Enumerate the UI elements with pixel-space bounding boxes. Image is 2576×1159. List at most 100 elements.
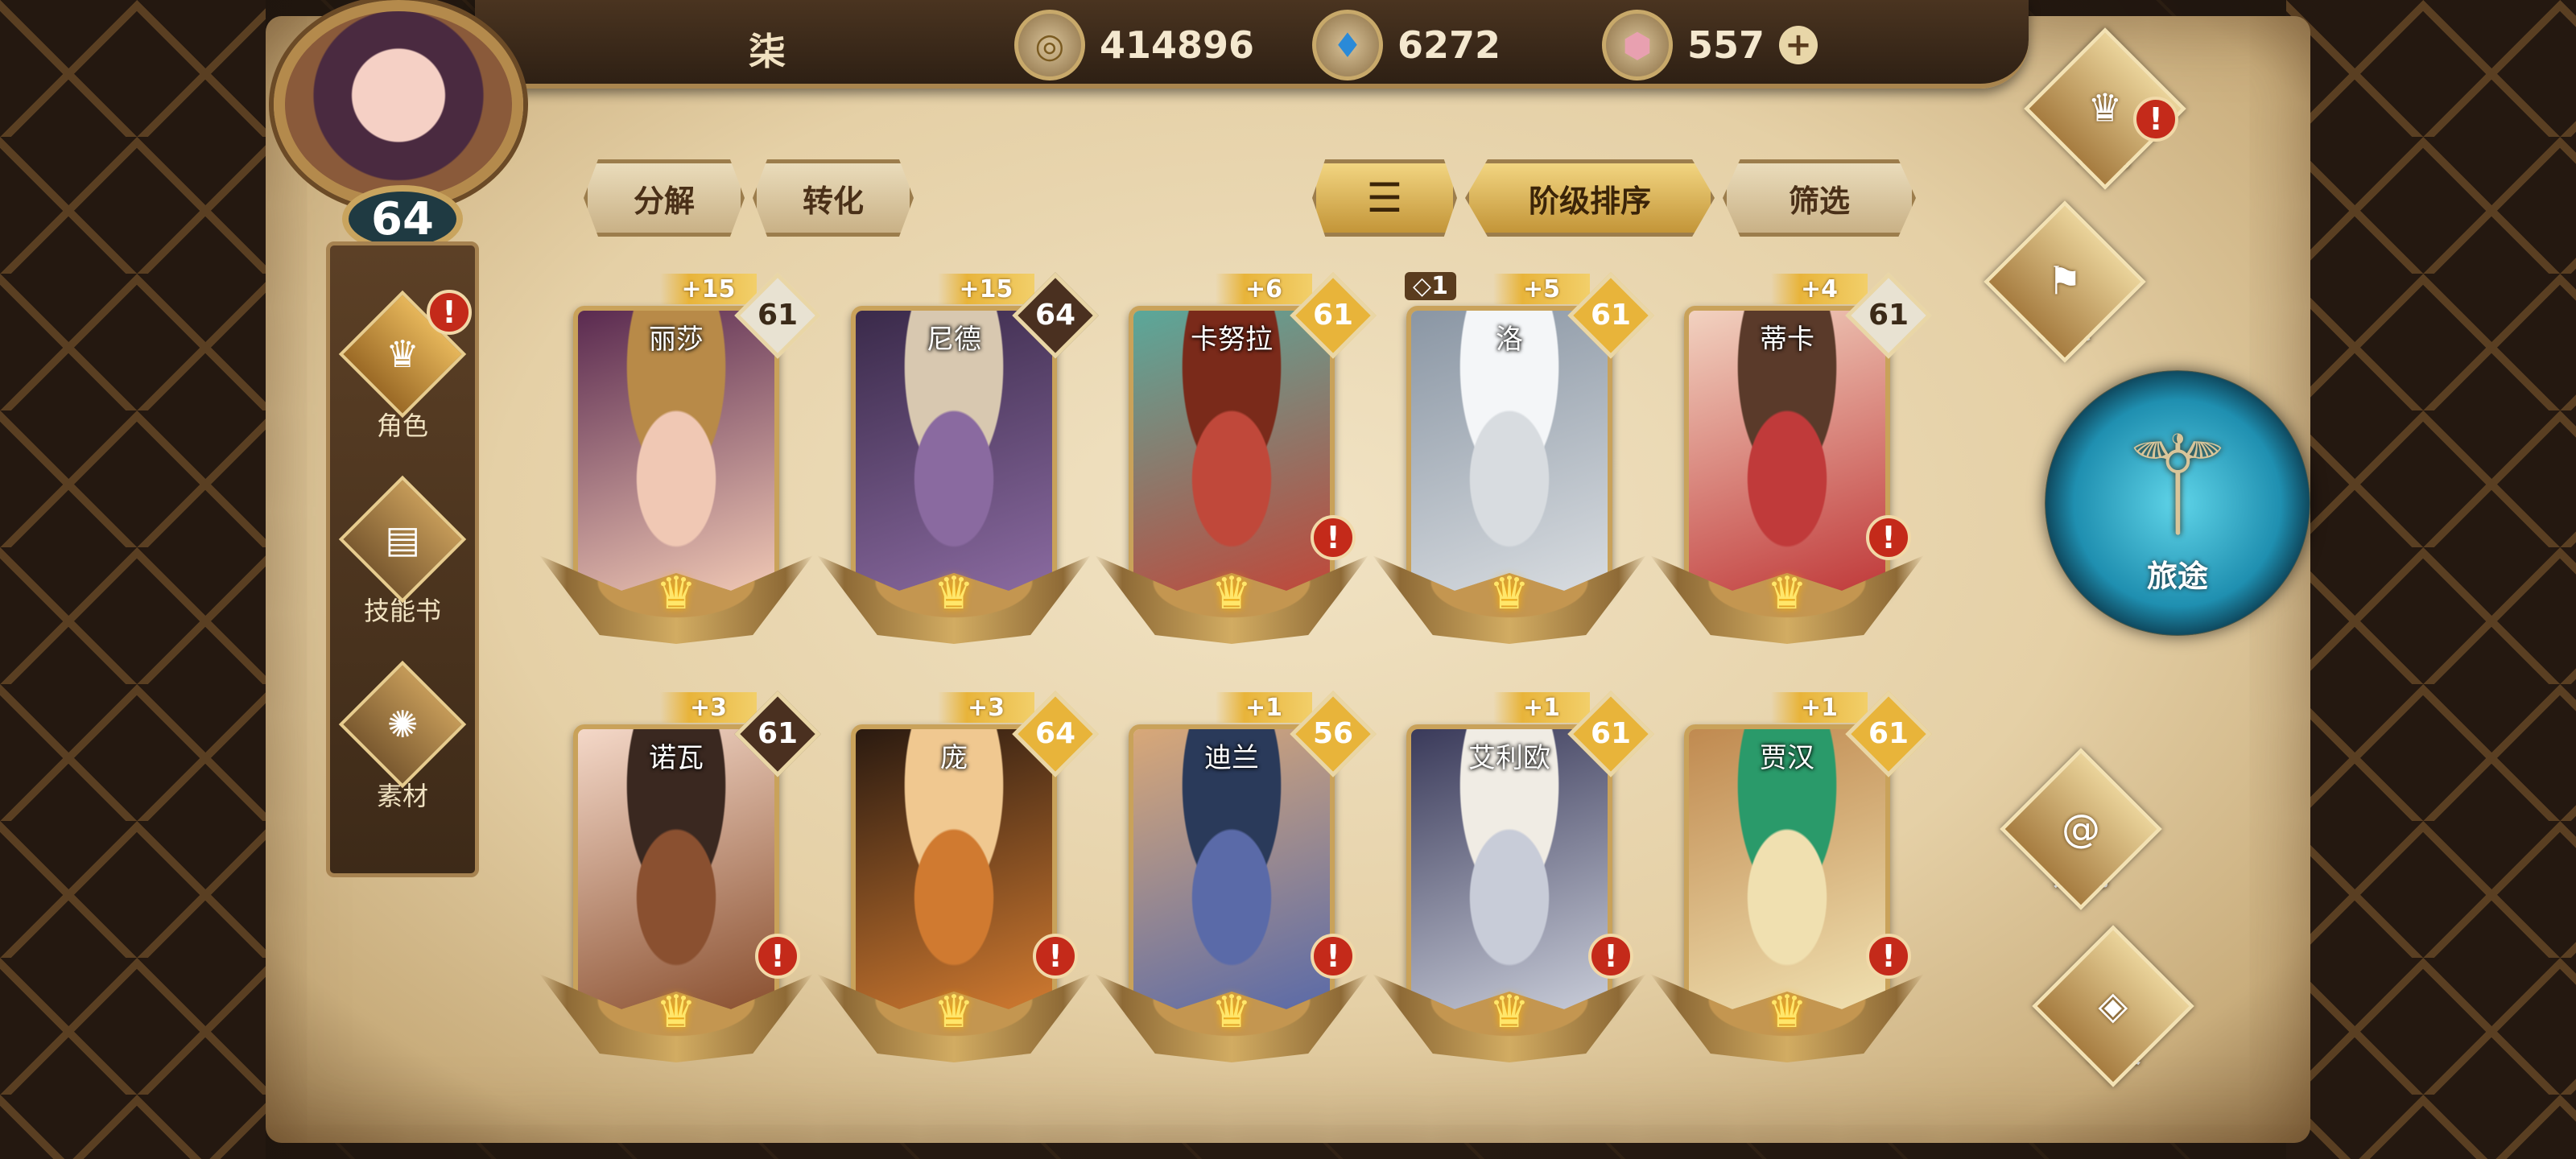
hero-level: 61 <box>1590 717 1632 750</box>
blue-crystal-icon: ♦ <box>1312 10 1383 80</box>
sort-lines-icon: ☰ <box>1366 175 1403 221</box>
hero-level: 61 <box>757 717 799 750</box>
hero-portrait-frame: 艾利欧 <box>1406 724 1612 1014</box>
top-resource-bar: 柒 ◎ 414896 ♦ 6272 ⬢ 557 + <box>475 0 2029 89</box>
hero-card[interactable]: 贾汉 +1 61 ♛! <box>1650 691 1932 1070</box>
gold-currency: ◎ 414896 <box>1014 8 1254 82</box>
gem-value: 557 <box>1687 23 1765 67</box>
avatar-portrait <box>274 0 523 209</box>
hero-star-count: ◇1 <box>1405 272 1456 300</box>
hero-card[interactable]: 蒂卡 +4 61 ♛! <box>1650 272 1932 652</box>
add-gem-button[interactable]: + <box>1779 26 1818 64</box>
convert-button[interactable]: 转化 <box>753 159 914 237</box>
guild-banner-icon: ⚑ <box>2047 259 2083 304</box>
gold-value: 414896 <box>1100 23 1255 67</box>
tab-skill-book[interactable]: ▤ 技能书 <box>338 467 467 636</box>
soul-book-alert-icon: ! <box>2133 97 2178 142</box>
material-icon: ✺ <box>386 702 419 747</box>
hero-card[interactable]: 尼德 +15 64 ♛ <box>817 272 1099 652</box>
hero-level: 56 <box>1312 717 1354 750</box>
hero-card[interactable]: 迪兰 +1 56 ♛! <box>1095 691 1377 1070</box>
rank-crown-icon: ♛ <box>1766 986 1808 1038</box>
hero-alert-icon: ! <box>1311 934 1356 979</box>
hero-card[interactable]: 丽莎 +15 61 ♛ <box>539 272 821 652</box>
rank-crown-icon: ♛ <box>655 567 697 620</box>
player-name: 柒 <box>749 30 786 73</box>
tab-material[interactable]: ✺ 素材 <box>338 652 467 821</box>
hero-enhance-level: +5 <box>1493 274 1590 304</box>
hero-level: 64 <box>1034 717 1076 750</box>
hero-level: 61 <box>1868 299 1909 332</box>
nav-journey-label: 旅途 <box>2146 559 2208 594</box>
gem-currency: ⬢ 557 + <box>1602 8 1818 82</box>
hero-card[interactable]: 艾利欧 +1 61 ♛! <box>1373 691 1654 1070</box>
left-border-decoration <box>0 0 266 1159</box>
pink-gem-icon: ⬢ <box>1602 10 1673 80</box>
rank-crown-icon: ♛ <box>1488 567 1530 620</box>
hero-card[interactable]: 洛 +5 61 ◇1 ♛ <box>1373 272 1654 652</box>
hero-enhance-level: +4 <box>1771 274 1868 304</box>
hero-alert-icon: ! <box>1311 515 1356 560</box>
hero-level: 61 <box>757 299 799 332</box>
hero-portrait-frame: 丽莎 <box>573 306 779 596</box>
hero-enhance-level: +15 <box>938 274 1034 304</box>
hero-enhance-level: +3 <box>660 692 757 723</box>
skill-book-icon: ▤ <box>385 517 420 562</box>
rank-crown-icon: ♛ <box>933 986 975 1038</box>
sort-order-button[interactable]: 阶级排序 <box>1465 159 1715 237</box>
hero-portrait-frame: 洛 <box>1406 306 1612 596</box>
rank-crown-icon: ♛ <box>655 986 697 1038</box>
hero-enhance-level: +1 <box>1216 692 1312 723</box>
hero-enhance-level: +3 <box>938 692 1034 723</box>
hero-card[interactable]: 庞 +3 64 ♛! <box>817 691 1099 1070</box>
character-alert-icon: ! <box>427 290 472 335</box>
nav-soul-infuse[interactable]: @ 赋魂 <box>2000 748 2162 910</box>
hero-enhance-level: +6 <box>1216 274 1312 304</box>
helmet-icon: ♛ <box>386 332 419 377</box>
crystal-currency: ♦ 6272 <box>1312 8 1501 82</box>
hero-alert-icon: ! <box>1866 934 1911 979</box>
filter-button[interactable]: 筛选 <box>1723 159 1916 237</box>
hero-portrait-frame: 贾汉 <box>1684 724 1890 1014</box>
hero-alert-icon: ! <box>1588 934 1633 979</box>
hero-alert-icon: ! <box>1866 515 1911 560</box>
market-gem-icon: ◈ <box>2098 984 2128 1029</box>
nav-market[interactable]: ◈ 市集 <box>2032 925 2194 1087</box>
hero-enhance-level: +1 <box>1493 692 1590 723</box>
right-border-decoration <box>2286 0 2576 1159</box>
nav-journey[interactable]: ⚚ 旅途 <box>2045 370 2310 636</box>
hero-enhance-level: +15 <box>660 274 757 304</box>
sort-direction-button[interactable]: ☰ <box>1312 159 1457 237</box>
hero-level: 61 <box>1868 717 1909 750</box>
gold-coin-icon: ◎ <box>1014 10 1085 80</box>
soul-book-icon: ♛ <box>2087 86 2123 131</box>
rank-crown-icon: ♛ <box>1211 567 1253 620</box>
hero-portrait-frame: 蒂卡 <box>1684 306 1890 596</box>
left-tab-bar: ♛ 角色 ! ▤ 技能书 ✺ 素材 <box>326 241 479 877</box>
rank-crown-icon: ♛ <box>1766 567 1808 620</box>
tab-character[interactable]: ♛ 角色 ! <box>338 282 472 451</box>
hero-portrait-frame: 庞 <box>851 724 1057 1014</box>
hero-alert-icon: ! <box>1033 934 1078 979</box>
crystal-value: 6272 <box>1397 23 1501 67</box>
journey-emblem-icon: ⚚ <box>2116 407 2240 567</box>
nav-soul-book[interactable]: ♛ 魂册 ! <box>2024 27 2186 190</box>
hero-enhance-level: +1 <box>1771 692 1868 723</box>
hero-card[interactable]: 诺瓦 +3 61 ♛! <box>539 691 821 1070</box>
hero-level: 61 <box>1590 299 1632 332</box>
hero-portrait-frame: 卡努拉 <box>1129 306 1335 596</box>
rank-crown-icon: ♛ <box>1488 986 1530 1038</box>
rank-crown-icon: ♛ <box>1211 986 1253 1038</box>
hero-level: 61 <box>1312 299 1354 332</box>
nav-guild[interactable]: ⚑ 公会 <box>1984 200 2146 363</box>
hero-card[interactable]: 卡努拉 +6 61 ♛! <box>1095 272 1377 652</box>
hero-alert-icon: ! <box>755 934 800 979</box>
hero-portrait-frame: 诺瓦 <box>573 724 779 1014</box>
hero-level: 64 <box>1034 299 1076 332</box>
rank-crown-icon: ♛ <box>933 567 975 620</box>
decompose-button[interactable]: 分解 <box>584 159 745 237</box>
player-avatar[interactable]: 64 <box>258 0 547 258</box>
hero-portrait-frame: 尼德 <box>851 306 1057 596</box>
hero-portrait-frame: 迪兰 <box>1129 724 1335 1014</box>
swirl-icon: @ <box>2062 806 2100 852</box>
